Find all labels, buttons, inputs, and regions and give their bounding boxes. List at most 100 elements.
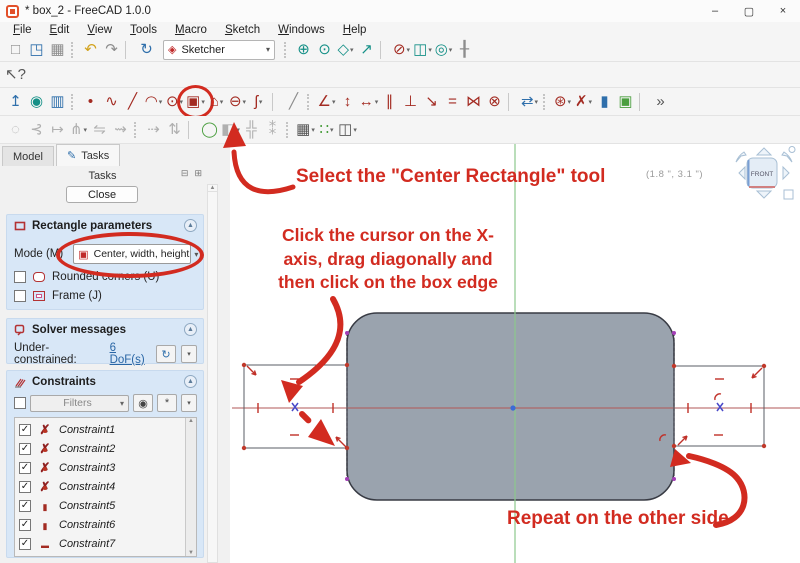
constraint-row[interactable]: Constraint2 [19, 439, 196, 458]
open-document-icon[interactable]: ◳ [26, 39, 47, 61]
constraint-list-scrollbar[interactable]: ▲▼ [185, 418, 196, 556]
constraint-row[interactable]: Constraint3 [19, 458, 196, 477]
create-rectangle-icon[interactable]: ▣ ▾ [185, 91, 206, 113]
navcube-right-arrow[interactable] [783, 167, 789, 179]
split-edge-icon[interactable]: ⋔ ▾ [68, 119, 89, 141]
create-polyline-icon[interactable]: ∿ [101, 91, 122, 113]
filters-dropdown[interactable]: Filters ▾ [30, 395, 129, 412]
validate-sketch-icon[interactable]: ◯ [199, 119, 220, 141]
clipping-plane-icon[interactable]: ◫ ▾ [412, 39, 433, 61]
toggle-snap-icon[interactable]: ∷ ▾ [316, 119, 337, 141]
save-icon[interactable]: ▦ [47, 39, 68, 61]
block-constraint-icon[interactable]: ⊗ [484, 91, 505, 113]
equal-constraint-icon[interactable]: = [442, 91, 463, 113]
menu-item[interactable]: Tools [123, 24, 164, 36]
constraint-row[interactable]: Constraint6 [19, 515, 196, 534]
draw-style-icon[interactable]: ⊘ ▾ [391, 39, 412, 61]
panel-scrollbar[interactable]: ▲ [207, 184, 218, 563]
solver-refresh-button[interactable]: ↻ [156, 345, 176, 363]
extend-edge-icon[interactable]: ↦ [47, 119, 68, 141]
workbench-selector[interactable]: ◈ Sketcher ▾ [163, 40, 275, 60]
collapse-section-icon[interactable]: ▲ [184, 219, 197, 232]
constraint-checkbox[interactable] [19, 443, 31, 455]
menu-item[interactable]: File [6, 24, 39, 36]
mirror-icon[interactable]: ⇋ [89, 119, 110, 141]
create-arc-icon[interactable]: ◠ ▾ [143, 91, 164, 113]
trim-edge-icon[interactable]: ⊰ [26, 119, 47, 141]
navcube-up-arrow[interactable] [757, 148, 771, 155]
create-point-icon[interactable]: • [80, 91, 101, 113]
vertical-distance-icon[interactable]: ↕ [337, 91, 358, 113]
toggle-grid-icon[interactable]: ▦ ▾ [295, 119, 316, 141]
sync-view-icon[interactable]: ↗ [356, 39, 377, 61]
symmetric-constraint-icon[interactable]: ⋈ [463, 91, 484, 113]
view-section-icon[interactable]: ▥ [47, 91, 68, 113]
navcube-rotate-right-arrow[interactable] [782, 152, 792, 162]
constraint-row[interactable]: Constraint5 [19, 496, 196, 515]
constraint-checkbox[interactable] [19, 500, 31, 512]
leave-sketch-icon[interactable]: ↥ [5, 91, 26, 113]
new-document-icon[interactable]: □ [5, 39, 26, 61]
navcube-left-arrow[interactable] [739, 167, 745, 179]
create-bspline-icon[interactable]: ʃ ▾ [248, 91, 269, 113]
dimension-constraint-icon[interactable]: ∠ ▾ [316, 91, 337, 113]
solver-options-caret[interactable]: ▾ [181, 345, 197, 363]
constraint-row[interactable]: Constraint1 [19, 420, 196, 439]
show-hide-constraints-button[interactable]: ◉ [133, 394, 153, 412]
navcube-mini-cube-icon[interactable] [784, 190, 793, 199]
maximize-button[interactable]: ▢ [732, 0, 766, 22]
option-checkbox[interactable] [14, 271, 26, 283]
toggle-construction-icon[interactable]: ⇄ ▾ [519, 91, 540, 113]
merge-sketches-icon[interactable]: ▣ [615, 91, 636, 113]
create-slot-icon[interactable]: ⊖ ▾ [227, 91, 248, 113]
navcube-menu-icon[interactable] [789, 147, 795, 153]
view-sketch-icon[interactable]: ◉ [26, 91, 47, 113]
clone-icon[interactable]: ⇝ [110, 119, 131, 141]
tangent-constraint-icon[interactable]: ↘ [421, 91, 442, 113]
menu-item[interactable]: Windows [271, 24, 332, 36]
construction-mode-icon[interactable]: ╱ [283, 91, 304, 113]
fillet-icon[interactable]: ◌ [5, 119, 26, 141]
navcube-rotate-left-arrow[interactable] [736, 152, 746, 162]
create-line-icon[interactable]: ╱ [122, 91, 143, 113]
constraint-checkbox[interactable] [19, 557, 31, 558]
toolbar-overflow-icon[interactable]: » [650, 91, 671, 113]
create-polygon-icon[interactable]: ⌂ ▾ [206, 91, 227, 113]
refresh-icon[interactable]: ↻ [136, 39, 157, 61]
dof-link[interactable]: 6 DoF(s) [110, 342, 151, 366]
constraint-checkbox[interactable] [19, 462, 31, 474]
origin-point[interactable] [510, 405, 515, 410]
constraint-settings-button[interactable]: * [157, 394, 177, 412]
filter-checkbox[interactable] [14, 397, 26, 409]
axonometric-view-icon[interactable]: ◇ ▾ [335, 39, 356, 61]
minimize-button[interactable]: – [698, 0, 732, 22]
collapse-section-icon[interactable]: ▲ [184, 375, 197, 388]
dock-panel-icon[interactable]: ⊟ [181, 168, 189, 179]
constraint-row[interactable]: Constraint8 [19, 553, 196, 557]
undo-icon[interactable]: ↶ [80, 39, 101, 61]
scroll-up-icon[interactable]: ▲ [208, 185, 217, 192]
constraint-row[interactable]: Constraint7 [19, 534, 196, 553]
measure-icon[interactable]: ╂ [454, 39, 475, 61]
tab-tasks[interactable]: ✎ Tasks [56, 144, 120, 166]
zoom-tools-icon[interactable]: ◎ ▾ [433, 39, 454, 61]
render-order-icon[interactable]: ◫ ▾ [337, 119, 358, 141]
navcube-down-arrow[interactable] [757, 191, 771, 198]
constraint-row[interactable]: Constraint4 [19, 477, 196, 496]
close-task-button[interactable]: Close [66, 186, 138, 203]
float-panel-icon[interactable]: ⊞ [194, 168, 202, 179]
select-elements-icon[interactable]: ⇢ [143, 119, 164, 141]
mode-dropdown[interactable]: ▣ Center, width, height ▾ [73, 244, 191, 264]
navigation-cube[interactable]: FRONT [731, 146, 797, 204]
menu-item[interactable]: Sketch [218, 24, 267, 36]
copy-geometry-icon[interactable]: ⁑ [262, 119, 283, 141]
option-checkbox[interactable] [14, 290, 26, 302]
menu-item[interactable]: Edit [43, 24, 77, 36]
remove-constraint-icon[interactable]: ✗ ▾ [573, 91, 594, 113]
constraint-checkbox[interactable] [19, 538, 31, 550]
menu-item[interactable]: View [80, 24, 119, 36]
constraint-tools-icon[interactable]: ⊛ ▾ [552, 91, 573, 113]
sketch-box-body[interactable] [347, 313, 674, 500]
extrude-sketch-icon[interactable]: ▮ [594, 91, 615, 113]
redo-icon[interactable]: ↷ [101, 39, 122, 61]
